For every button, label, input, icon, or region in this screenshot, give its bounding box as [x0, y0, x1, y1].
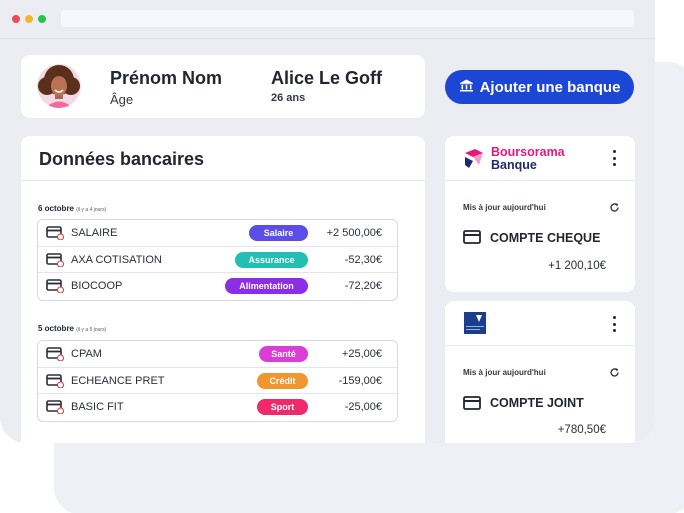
transaction-amount: -25,00€ [344, 401, 382, 414]
transaction-amount: -52,30€ [344, 253, 382, 266]
profile-card: Prénom Nom Âge Alice Le Goff 26 ans [21, 55, 425, 118]
transaction-amount: -72,20€ [344, 280, 382, 293]
table-row[interactable]: SALAIRE Salaire +2 500,00€ [38, 220, 397, 247]
transaction-label: SALAIRE [71, 227, 118, 239]
category-badge[interactable]: Sport [257, 399, 308, 416]
transaction-label: AXA COTISATION [71, 253, 162, 266]
date-header: 6 octobre (il y a 4 jours) [38, 204, 106, 213]
card-icon [46, 279, 64, 294]
bank-name: Boursorama Banque [491, 146, 565, 172]
card-icon [46, 400, 64, 415]
profile-age-value: 26 ans [271, 92, 306, 104]
date-label: 5 octobre [38, 324, 75, 333]
transaction-label: BASIC FIT [71, 401, 124, 414]
updated-label: Mis à jour aujourd'hui [463, 203, 546, 212]
transaction-label: BIOCOOP [71, 280, 123, 293]
updated-label: Mis à jour aujourd'hui [463, 368, 546, 377]
boursorama-logo-icon [463, 147, 485, 169]
add-bank-label: Ajouter une banque [479, 78, 621, 96]
transaction-label: ECHEANCE PRET [71, 374, 165, 387]
category-badge[interactable]: Santé [259, 346, 308, 362]
transaction-label: CPAM [71, 348, 102, 360]
category-badge[interactable]: Crédit [257, 372, 308, 389]
refresh-icon[interactable] [609, 202, 620, 213]
table-row[interactable]: BIOCOOP Alimentation -72,20€ [38, 273, 397, 300]
bank-data-card: Données bancaires 6 octobre (il y a 4 jo… [21, 136, 425, 443]
table-row[interactable]: CPAM Santé +25,00€ [38, 341, 397, 368]
card-icon [46, 347, 64, 361]
table-row[interactable]: AXA COTISATION Assurance -52,30€ [38, 247, 397, 274]
account-balance: +1 200,10€ [548, 260, 606, 272]
date-label: 6 octobre [38, 204, 75, 213]
minimize-window-button[interactable] [25, 15, 33, 23]
avatar [37, 64, 81, 108]
bank-card-divider [445, 180, 635, 181]
bank-data-title: Données bancaires [39, 149, 205, 169]
account-balance: +780,50€ [557, 424, 606, 436]
profile-name-label: Prénom Nom [110, 68, 223, 88]
date-relative: (il y a 4 jours) [76, 207, 107, 213]
bank-card-boursorama[interactable]: Boursorama Banque Mis à jour aujourd'hui… [445, 136, 635, 292]
bank-logo-icon [464, 312, 486, 334]
category-badge[interactable]: Assurance [235, 251, 308, 268]
transaction-list: SALAIRE Salaire +2 500,00€ AXA COTISATIO… [37, 219, 398, 301]
card-icon [46, 252, 64, 267]
table-row[interactable]: BASIC FIT Sport -25,00€ [38, 394, 397, 421]
account-card-icon [463, 396, 481, 410]
bank-card-divider [445, 345, 635, 346]
maximize-window-button[interactable] [38, 15, 46, 23]
card-icon [46, 373, 64, 388]
bank-data-divider [21, 180, 425, 181]
bank-name-line2: Banque [491, 158, 537, 172]
date-header: 5 octobre (il y a 5 jours) [38, 324, 106, 333]
profile-age-label: Âge [110, 92, 134, 107]
titlebar-divider [0, 38, 655, 39]
account-card-icon [463, 230, 481, 244]
address-bar[interactable] [61, 10, 634, 27]
refresh-icon[interactable] [609, 367, 620, 378]
bank-icon [459, 79, 474, 96]
category-badge[interactable]: Salaire [249, 225, 308, 241]
transaction-amount: +25,00€ [341, 348, 382, 360]
account-name: COMPTE JOINT [490, 396, 584, 410]
category-badge[interactable]: Alimentation [225, 278, 308, 295]
transaction-list: CPAM Santé +25,00€ ECHEANCE PRET Crédit … [37, 340, 398, 422]
profile-name-value: Alice Le Goff [271, 68, 383, 88]
card-icon [46, 226, 64, 240]
bank-card-2[interactable]: Mis à jour aujourd'hui COMPTE JOINT +780… [445, 301, 635, 443]
close-window-button[interactable] [12, 15, 20, 23]
add-bank-button[interactable]: Ajouter une banque [445, 70, 634, 104]
table-row[interactable]: ECHEANCE PRET Crédit -159,00€ [38, 368, 397, 395]
app-window: Prénom Nom Âge Alice Le Goff 26 ans Ajou… [0, 0, 655, 443]
transaction-amount: +2 500,00€ [326, 227, 382, 239]
date-relative: (il y a 5 jours) [76, 327, 107, 333]
transaction-amount: -159,00€ [338, 374, 382, 387]
account-name: COMPTE CHEQUE [490, 231, 601, 245]
window-titlebar [0, 0, 655, 38]
more-options-icon[interactable] [611, 316, 617, 332]
more-options-icon[interactable] [611, 150, 617, 166]
